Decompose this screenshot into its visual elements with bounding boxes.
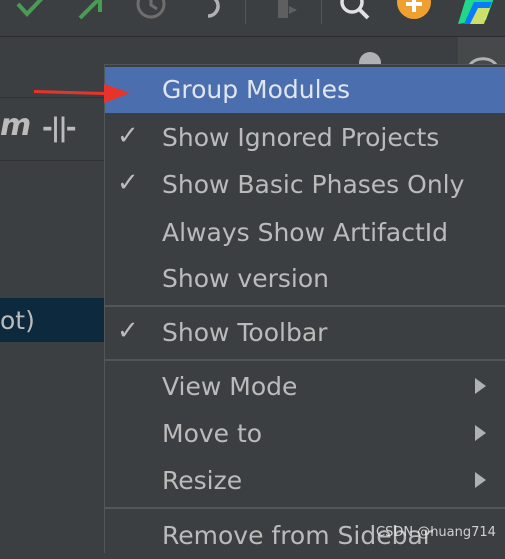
menu-item-label: Show Toolbar (162, 318, 328, 347)
menu-item-view-mode[interactable]: View Mode (105, 364, 505, 410)
menu-item-group-modules[interactable]: Group Modules (105, 67, 505, 113)
menu-item-label: Show Basic Phases Only (162, 170, 465, 199)
menu-item-show-version[interactable]: Show version (105, 256, 505, 302)
ide-logo-icon (458, 0, 494, 24)
skip-tests-icon[interactable]: -||- (42, 113, 77, 143)
toolbar-separator (245, 0, 246, 24)
menu-separator (105, 507, 505, 509)
menu-separator (105, 305, 505, 307)
execute-maven-goal-icon[interactable]: m (0, 108, 31, 143)
menu-item-show-ignored-projects[interactable]: ✓ Show Ignored Projects (105, 115, 505, 161)
options-popup-menu: Group Modules ✓ Show Ignored Projects ✓ … (104, 64, 505, 553)
update-icon[interactable] (396, 0, 432, 24)
red-arrow-annotation-icon (34, 84, 130, 103)
menu-item-always-show-artifactid[interactable]: Always Show ArtifactId (105, 210, 505, 256)
menu-item-label: Resize (162, 466, 243, 495)
menu-item-label: Move to (162, 419, 263, 448)
menu-item-label: Show version (162, 264, 329, 293)
history-icon[interactable] (134, 0, 168, 22)
menu-item-show-basic-phases-only[interactable]: ✓ Show Basic Phases Only (105, 162, 505, 208)
submenu-arrow-icon (475, 472, 486, 488)
submenu-arrow-icon (475, 378, 486, 394)
menu-item-label: Group Modules (162, 75, 350, 104)
menu-item-label: Always Show ArtifactId (162, 218, 449, 247)
menu-item-show-toolbar[interactable]: ✓ Show Toolbar (105, 310, 505, 356)
undo-icon[interactable] (194, 0, 228, 22)
menu-item-label: Show Ignored Projects (162, 123, 440, 152)
watermark: CSDN @huang714 (376, 525, 496, 540)
tree-row-label: ot) (0, 306, 35, 335)
menu-item-label: View Mode (162, 372, 298, 401)
toolbar-separator (321, 0, 322, 24)
checkmark-icon: ✓ (117, 121, 139, 151)
main-toolbar (0, 0, 505, 37)
run-config-icon[interactable] (272, 0, 302, 22)
menu-item-move-to[interactable]: Move to (105, 411, 505, 457)
checkmark-icon: ✓ (117, 168, 139, 198)
arrow-green-icon[interactable] (76, 0, 108, 22)
menu-item-resize[interactable]: Resize (105, 458, 505, 504)
search-icon[interactable] (338, 0, 372, 22)
menu-separator (105, 359, 505, 361)
submenu-arrow-icon (475, 425, 486, 441)
check-green-icon[interactable] (14, 0, 48, 22)
checkmark-icon: ✓ (117, 316, 139, 346)
